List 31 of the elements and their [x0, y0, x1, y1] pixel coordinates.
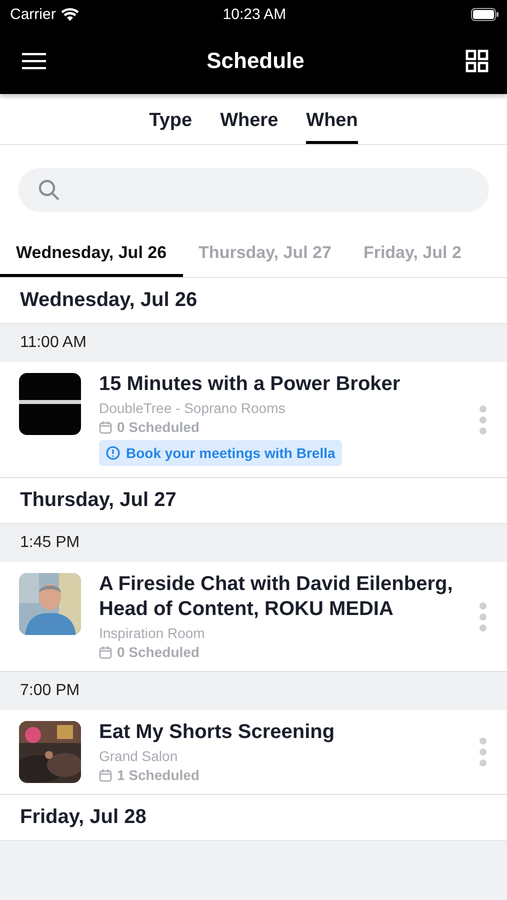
scheduled-count: 1 Scheduled — [117, 767, 200, 783]
event-title: Eat My Shorts Screening — [99, 720, 336, 745]
event-location: Inspiration Room — [99, 625, 206, 641]
search-field[interactable] — [18, 168, 489, 212]
wifi-icon — [60, 8, 79, 20]
day-heading: Thursday, Jul 27 — [20, 489, 176, 512]
filter-tab[interactable]: Type — [149, 94, 192, 144]
event-title: A Fireside Chat with David Eilenberg, Head of Content, ROKU MEDIA — [99, 572, 454, 622]
clock-time: 10:23 AM — [222, 6, 286, 22]
event-title: 15 Minutes with a Power Broker — [99, 372, 402, 397]
grid-view-button[interactable] — [465, 49, 489, 73]
filter-tab[interactable]: Where — [220, 94, 278, 144]
filter-tab[interactable]: When — [306, 94, 358, 144]
calendar-icon — [99, 768, 112, 782]
day-heading: Wednesday, Jul 26 — [20, 289, 198, 312]
event-card[interactable]: A Fireside Chat with David Eilenberg, Head of Content, ROKU MEDIA Inspiration Room 0 Scheduled — [0, 562, 507, 672]
calendar-icon — [99, 420, 112, 434]
event-location: DoubleTree - Soprano Rooms — [99, 400, 286, 416]
event-card[interactable]: Eat My Shorts Screening Grand Salon 1 Scheduled — [0, 710, 507, 795]
battery-icon — [471, 8, 499, 20]
menu-button[interactable] — [22, 52, 46, 70]
event-location: Grand Salon — [99, 748, 179, 764]
carrier-name: Carrier — [10, 6, 56, 22]
scheduled-count: 0 Scheduled — [117, 644, 200, 660]
screen-title: Schedule — [206, 48, 304, 73]
info-icon — [106, 446, 120, 460]
event-card[interactable]: 15 Minutes with a Power Broker DoubleTree - Soprano Rooms 0 Scheduled Book your meetings with Brella — [0, 362, 507, 478]
calendar-icon — [99, 646, 112, 658]
scheduled-count: 0 Scheduled — [117, 419, 200, 435]
search-icon — [38, 179, 60, 201]
day-heading: Friday, Jul 28 — [20, 806, 146, 829]
